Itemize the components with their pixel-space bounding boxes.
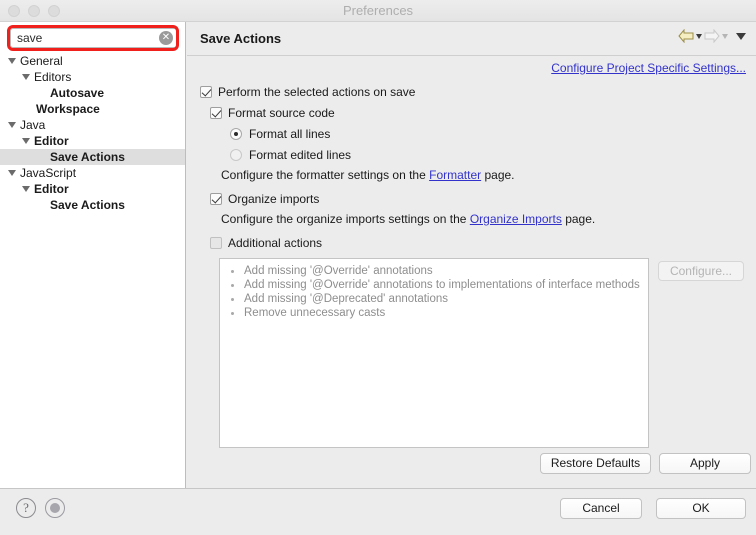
window-title: Preferences	[342, 3, 414, 18]
tree-item-workspace[interactable]: Workspace	[0, 101, 185, 117]
configure-project-specific-settings-link[interactable]: Configure Project Specific Settings...	[551, 61, 746, 75]
tree-item-javascript[interactable]: JavaScript	[0, 165, 185, 181]
search-field-wrapper: ✕	[10, 28, 177, 48]
tree-item-label: Workspace	[36, 102, 100, 116]
tree-item-label: Editor	[34, 134, 69, 148]
list-item[interactable]: Add missing '@Deprecated' annotations	[220, 292, 648, 306]
ok-button[interactable]: OK	[656, 498, 746, 519]
organize-desc-after: page.	[561, 212, 596, 226]
cancel-button[interactable]: Cancel	[560, 498, 642, 519]
chevron-down-icon	[696, 33, 702, 39]
format-edited-lines-radio[interactable]	[230, 148, 242, 161]
disclosure-triangle-icon[interactable]	[8, 170, 16, 176]
tree-item-editors[interactable]: Editors	[0, 69, 185, 85]
additional-actions-checkbox[interactable]	[210, 236, 222, 249]
tree-item-label: Save Actions	[50, 198, 125, 212]
tree-item-autosave[interactable]: Autosave	[0, 85, 185, 101]
format-all-lines-radio[interactable]	[230, 127, 242, 140]
format-source-row[interactable]: Format source code	[210, 103, 756, 122]
format-edited-lines-row[interactable]: Format edited lines	[230, 145, 756, 164]
formatter-desc-after: page.	[481, 168, 515, 182]
additional-actions-listbox[interactable]: Add missing '@Override' annotations Add m…	[219, 258, 649, 448]
tree-item-editor[interactable]: Editor	[0, 181, 185, 197]
tree-item-label: Java	[20, 118, 46, 132]
apply-button[interactable]: Apply	[659, 453, 751, 474]
list-item[interactable]: Add missing '@Override' annotations	[220, 264, 648, 278]
forward-arrow-button	[704, 29, 728, 43]
forward-arrow-icon	[704, 29, 720, 43]
organize-imports-checkbox[interactable]	[210, 192, 222, 205]
help-question-icon[interactable]: ?	[16, 498, 36, 518]
preferences-window: Preferences ✕ General Editors Autosave Work…	[0, 0, 756, 535]
organize-imports-link[interactable]: Organize Imports	[470, 212, 562, 226]
back-arrow-icon	[678, 29, 694, 43]
disclosure-triangle-icon[interactable]	[8, 122, 16, 128]
tree-item-save-actions[interactable]: Save Actions	[0, 197, 185, 213]
perform-on-save-checkbox[interactable]	[200, 85, 212, 98]
formatter-link[interactable]: Formatter	[429, 168, 481, 182]
tree-item-java[interactable]: Java	[0, 117, 185, 133]
restore-defaults-button[interactable]: Restore Defaults	[540, 453, 651, 474]
tree-item-label: Autosave	[50, 86, 105, 100]
organize-imports-description: Configure the organize imports settings …	[221, 210, 756, 229]
format-source-label: Format source code	[228, 105, 335, 120]
formatter-description: Configure the formatter settings on the …	[221, 166, 756, 185]
chevron-down-icon-disabled	[722, 33, 728, 39]
tree-item-general[interactable]: General	[0, 53, 185, 69]
perform-on-save-row[interactable]: Perform the selected actions on save	[200, 82, 756, 101]
preferences-tree: General Editors Autosave Workspace Java Edito…	[0, 53, 185, 213]
tree-item-label: Editors	[34, 70, 72, 84]
disclosure-triangle-icon[interactable]	[22, 138, 30, 144]
dialog-footer	[0, 488, 756, 535]
tree-item-label: General	[20, 54, 63, 68]
save-actions-options: Perform the selected actions on save For…	[200, 82, 756, 252]
list-item[interactable]: Add missing '@Override' annotations to i…	[220, 278, 648, 292]
panel-nav-icons	[678, 29, 746, 43]
formatter-desc-before: Configure the formatter settings on the	[221, 168, 430, 182]
disclosure-triangle-icon[interactable]	[22, 186, 30, 192]
disclosure-triangle-icon[interactable]	[8, 58, 16, 64]
format-edited-lines-label: Format edited lines	[249, 147, 352, 162]
perform-on-save-label: Perform the selected actions on save	[218, 84, 416, 99]
tree-item-label: Save Actions	[50, 150, 125, 164]
additional-actions-list: Add missing '@Override' annotations Add m…	[220, 264, 648, 320]
disclosure-triangle-icon[interactable]	[22, 74, 30, 80]
preferences-sidebar: ✕ General Editors Autosave Workspace Java Edi…	[0, 22, 186, 488]
tree-item-editor[interactable]: Editor	[0, 133, 185, 149]
list-item[interactable]: Remove unnecessary casts	[220, 306, 648, 320]
format-source-checkbox[interactable]	[210, 106, 222, 119]
tree-item-label: Editor	[34, 182, 69, 196]
tree-item-label: JavaScript	[20, 166, 77, 180]
search-input[interactable]	[10, 28, 177, 48]
project-link-row: Configure Project Specific Settings...	[187, 56, 756, 80]
back-arrow-button[interactable]	[678, 29, 702, 43]
additional-actions-row[interactable]: Additional actions	[210, 233, 756, 252]
clear-circle-icon[interactable]: ✕	[159, 31, 173, 45]
organize-imports-label: Organize imports	[228, 191, 320, 206]
tree-item-save-actions[interactable]: Save Actions	[0, 149, 185, 165]
organize-desc-before: Configure the organize imports settings …	[221, 212, 470, 226]
panel-header: Save Actions	[187, 22, 756, 56]
record-circle-icon[interactable]	[45, 498, 65, 518]
panel-menu-icon[interactable]	[736, 32, 746, 40]
title-bar: Preferences	[0, 0, 756, 22]
configure-button: Configure...	[658, 261, 744, 281]
additional-actions-label: Additional actions	[228, 235, 323, 250]
format-all-lines-label: Format all lines	[249, 126, 331, 141]
organize-imports-row[interactable]: Organize imports	[210, 189, 756, 208]
page-title: Save Actions	[200, 31, 282, 46]
format-all-lines-row[interactable]: Format all lines	[230, 124, 756, 143]
